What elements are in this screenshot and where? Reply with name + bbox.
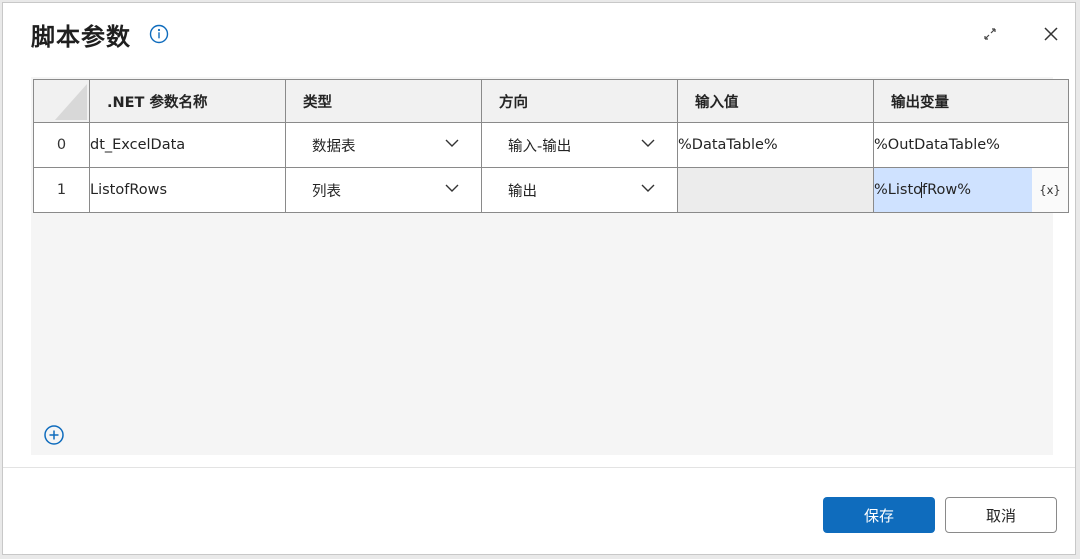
input-value-cell[interactable]: %DataTable% (677, 122, 874, 168)
type-select[interactable]: 数据表 (285, 122, 482, 168)
chevron-down-icon (445, 184, 459, 192)
direction-select[interactable]: 输入-输出 (481, 122, 678, 168)
info-icon[interactable] (149, 24, 169, 44)
table-row: 0 dt_ExcelData 数据表 输入-输出 %DataTable% %Ou… (33, 122, 1069, 168)
chevron-down-icon (445, 139, 459, 147)
direction-select[interactable]: 输出 (481, 167, 678, 213)
input-value-cell-disabled (677, 167, 874, 213)
chevron-down-icon (641, 184, 655, 192)
type-select-value: 列表 (312, 183, 341, 200)
output-variable-text-after-caret: fRow% (922, 182, 972, 198)
type-select[interactable]: 列表 (285, 167, 482, 213)
column-header-name[interactable]: .NET 参数名称 (89, 79, 286, 123)
insert-variable-button[interactable]: {x} (1032, 168, 1068, 212)
dialog-title: 脚本参数 (31, 23, 131, 51)
expand-icon[interactable] (981, 25, 999, 43)
table-row: 1 ListofRows 列表 输出 %ListofRow% {x} (33, 167, 1069, 213)
table-header-row: .NET 参数名称 类型 方向 输入值 输出变量 (33, 79, 1069, 123)
name-cell[interactable]: dt_ExcelData (89, 122, 286, 168)
cancel-button[interactable]: 取消 (945, 497, 1057, 533)
plus-circle-icon[interactable] (43, 424, 65, 446)
footer-divider (3, 467, 1075, 468)
column-header-type[interactable]: 类型 (285, 79, 482, 123)
select-all-corner[interactable] (33, 79, 90, 123)
row-index[interactable]: 1 (33, 167, 90, 213)
direction-select-value: 输入-输出 (508, 138, 572, 155)
output-variable-cell[interactable]: %OutDataTable% (873, 122, 1069, 168)
name-cell[interactable]: ListofRows (89, 167, 286, 213)
close-icon[interactable] (1041, 24, 1061, 44)
direction-select-value: 输出 (508, 183, 537, 200)
save-button[interactable]: 保存 (823, 497, 935, 533)
output-variable-text-before-caret: %Listo (874, 182, 922, 198)
column-header-input-value[interactable]: 输入值 (677, 79, 874, 123)
chevron-down-icon (641, 139, 655, 147)
output-variable-input[interactable]: %ListofRow% {x} (873, 167, 1069, 213)
script-parameters-dialog: 脚本参数 .NET 参数名称 类型 方向 输入值 输出变量 0 dt_Excel… (2, 2, 1076, 555)
parameters-table: .NET 参数名称 类型 方向 输入值 输出变量 0 dt_ExcelData … (33, 79, 1069, 213)
column-header-direction[interactable]: 方向 (481, 79, 678, 123)
column-header-output-variable[interactable]: 输出变量 (873, 79, 1069, 123)
row-index[interactable]: 0 (33, 122, 90, 168)
type-select-value: 数据表 (312, 138, 356, 155)
